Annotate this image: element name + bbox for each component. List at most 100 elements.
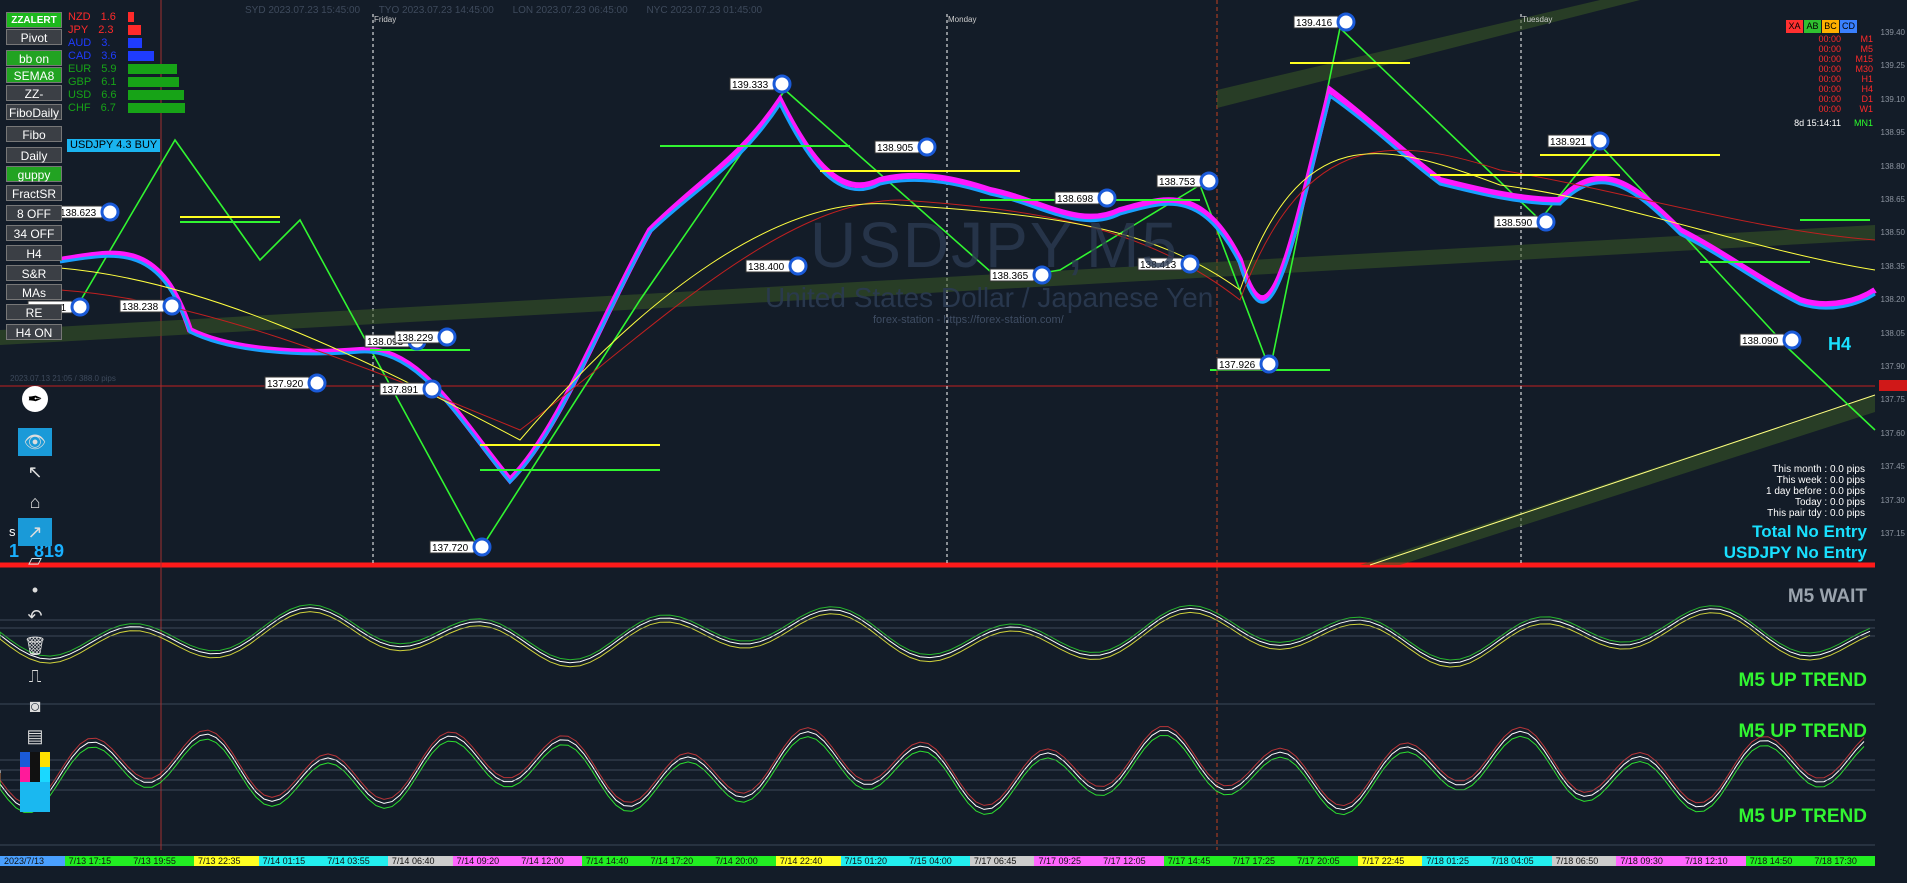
- timeframe-row-h4: 00:00 H4: [1794, 84, 1873, 94]
- zigzag-label: 137.926: [1219, 360, 1256, 371]
- zigzag-label: 138.238: [122, 302, 159, 313]
- m5-trend-2: M5 UP TREND: [1738, 721, 1867, 742]
- price-tick: 137.45: [1880, 462, 1905, 472]
- left-button-15[interactable]: RE: [6, 304, 62, 320]
- time-tick: 7/15 01:20: [840, 856, 906, 866]
- left-button-4[interactable]: ZZ-HH_LL: [6, 85, 62, 117]
- left-button-16[interactable]: H4 ON: [6, 324, 62, 340]
- stat-line: Today : 0.0 pips: [1794, 497, 1865, 508]
- currency-value: 3.6: [101, 50, 117, 62]
- timeframe-row-m30: 00:00 M30: [1794, 64, 1873, 74]
- zigzag-label: 138.090: [1742, 336, 1779, 347]
- abc-tab-ab[interactable]: AB: [1804, 20, 1821, 33]
- timeframe-countdown-value: 00:00: [1818, 94, 1841, 104]
- m5-trend-3: M5 UP TREND: [1738, 806, 1867, 827]
- currency-value: 6.7: [100, 102, 116, 114]
- left-button-6[interactable]: Fibo: [6, 126, 62, 142]
- timeframe-countdown: 00:00 M1 00:00 M5 00:00 M15 00:00 M30 00:00 H1 00:…: [1794, 34, 1873, 128]
- timeframe-countdown-value: 00:00: [1818, 74, 1841, 84]
- time-tick: 7/18 04:05: [1487, 856, 1552, 866]
- left-button-12[interactable]: H4: [6, 245, 62, 261]
- currency-code: NZD: [68, 11, 91, 23]
- time-tick: 7/14 01:15: [258, 856, 324, 866]
- zigzag-label: 138.753: [1159, 177, 1196, 188]
- time-axis: 2023/7/13 7/13 17:15 7/13 19:55 7/13 22:35 7…: [0, 856, 1907, 866]
- currency-code: AUD: [68, 37, 92, 49]
- currency-bar: [128, 25, 141, 35]
- abc-tab-bc[interactable]: BC: [1822, 20, 1839, 33]
- zigzag-marker: [437, 327, 457, 347]
- pair-entry-status: USDJPY No Entry: [1723, 543, 1867, 562]
- price-tick: 137.30: [1880, 495, 1905, 505]
- eye-icon[interactable]: 👁: [18, 428, 52, 456]
- color-palette-icon[interactable]: [18, 752, 52, 812]
- zigzag-marker: [422, 379, 442, 399]
- zigzag-label: 138.921: [1550, 137, 1587, 148]
- time-tick: 7/13 22:35: [193, 856, 259, 866]
- left-button-2[interactable]: bb on: [6, 50, 62, 66]
- zigzag-marker: [1180, 254, 1200, 274]
- left-button-1[interactable]: Pivot: [6, 29, 62, 45]
- currency-value: 3.: [101, 37, 111, 49]
- chart-canvas[interactable]: 138.623138.238138.231137.920138.093138.2…: [0, 0, 1907, 878]
- abc-tab-cd[interactable]: CD: [1840, 20, 1857, 33]
- trash-icon[interactable]: 🗑: [18, 632, 52, 660]
- price-tick: 139.40: [1880, 28, 1905, 37]
- time-tick: 7/17 09:25: [1034, 856, 1100, 866]
- time-tick: 2023/7/13: [0, 856, 65, 866]
- zigzag-label: 138.229: [397, 333, 434, 344]
- left-button-5[interactable]: FiboDaily: [6, 104, 62, 120]
- abc-tab-xa[interactable]: XA: [1786, 20, 1803, 33]
- left-button-13[interactable]: S&R: [6, 265, 62, 281]
- pen-icon[interactable]: ✒: [22, 386, 48, 412]
- time-tick: 7/17 14:45: [1163, 856, 1229, 866]
- time-tick: 7/18 14:50: [1745, 856, 1811, 866]
- zigzag-label: 137.920: [267, 379, 304, 390]
- left-button-0[interactable]: ZZALERT: [6, 12, 62, 28]
- timeframe-row-m1: 00:00 M1: [1794, 34, 1873, 44]
- undo-icon[interactable]: ↶: [18, 602, 52, 630]
- currency-code: GBP: [68, 76, 92, 88]
- time-tick: 7/14 03:55: [323, 856, 388, 866]
- currency-row-gbp: GBP 6.1: [68, 76, 117, 88]
- left-button-7[interactable]: Daily Open: [6, 147, 62, 179]
- time-tick: 7/18 09:30: [1616, 856, 1682, 866]
- price-tick: 137.75: [1880, 395, 1905, 405]
- price-tick: 137.60: [1880, 428, 1905, 438]
- zigzag-marker: [788, 256, 808, 276]
- clipboard-icon[interactable]: ▤: [18, 722, 52, 750]
- timeframe-label: H4: [1861, 84, 1873, 94]
- left-button-3[interactable]: SEMA8: [6, 67, 62, 83]
- currency-bar: [128, 51, 154, 61]
- time-tick: 7/14 09:20: [452, 856, 518, 866]
- left-button-11[interactable]: 34 OFF: [6, 225, 62, 241]
- dot-icon[interactable]: •: [18, 576, 52, 604]
- currency-row-chf: CHF 6.7: [68, 102, 116, 114]
- session-lon: LON 2023.07.23 06:45:00: [512, 5, 628, 16]
- zigzag-marker: [1336, 12, 1356, 32]
- cursor-icon[interactable]: ↖: [18, 458, 52, 486]
- zigzag-label: 138.905: [877, 143, 914, 154]
- time-tick: 7/14 12:00: [517, 856, 582, 866]
- session-times: SYD 2023.07.23 15:45:00 TYO 2023.07.23 1…: [245, 5, 762, 16]
- left-button-14[interactable]: MAs Slide: [6, 284, 62, 316]
- train-icon[interactable]: ⎍: [18, 662, 52, 690]
- timeframe-row-m5: 00:00 M5: [1794, 44, 1873, 54]
- price-chart[interactable]: 138.623138.238138.231137.920138.093138.2…: [0, 0, 1907, 878]
- tag-icon[interactable]: ⌂: [18, 488, 52, 516]
- currency-row-aud: AUD 3.: [68, 37, 110, 49]
- time-tick: 7/14 06:40: [387, 856, 453, 866]
- zigzag-marker: [1097, 188, 1117, 208]
- left-button-10[interactable]: 8 OFF: [6, 205, 62, 221]
- timeframe-countdown-value: 00:00: [1818, 44, 1841, 54]
- camera-icon[interactable]: ◙: [18, 692, 52, 720]
- left-button-8[interactable]: guppy: [6, 166, 62, 182]
- zigzag-marker: [1782, 330, 1802, 350]
- left-button-9[interactable]: FractSR: [6, 185, 62, 201]
- time-tick: 7/18 01:25: [1422, 856, 1488, 866]
- eraser-icon[interactable]: ▱: [18, 546, 52, 574]
- trendline-icon[interactable]: ↗: [18, 518, 52, 546]
- zigzag-marker: [772, 74, 792, 94]
- h4-label: H4: [1828, 334, 1852, 354]
- time-tick: 7/18 06:50: [1551, 856, 1617, 866]
